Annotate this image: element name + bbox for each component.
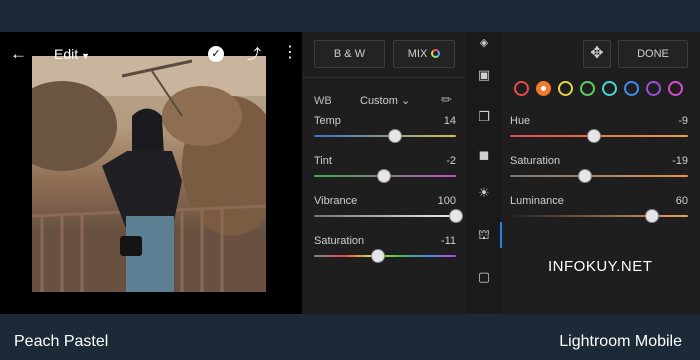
color-thermometer-icon[interactable]: ⛫ bbox=[475, 226, 493, 244]
divider bbox=[302, 77, 466, 78]
preset-name-caption: Peach Pastel bbox=[14, 333, 109, 350]
bw-button[interactable]: B & W bbox=[314, 40, 385, 68]
slider-label: Hue bbox=[510, 115, 531, 127]
edit-title: Edit bbox=[54, 46, 79, 62]
vignette-icon[interactable]: ▢ bbox=[475, 268, 493, 286]
screenshot-frame: ← Edit ▼ ✓ ⤴ ⋮ B & W MIX WB Custom ⌄ ✏ Te… bbox=[0, 32, 700, 314]
slider-knob[interactable] bbox=[449, 209, 463, 223]
detail-icon[interactable]: ☀ bbox=[475, 184, 493, 202]
color-panel: B & W MIX WB Custom ⌄ ✏ Temp 14 Tint -2 Vibr… bbox=[302, 32, 466, 314]
more-vertical-icon[interactable]: ⋮ bbox=[282, 42, 298, 62]
presets-icon[interactable]: ❐ bbox=[475, 108, 493, 126]
color-swatch[interactable] bbox=[668, 81, 683, 96]
slider-value: -11 bbox=[440, 235, 456, 247]
wb-dropdown[interactable]: Custom ⌄ bbox=[360, 94, 410, 107]
share-icon[interactable]: ⤴ bbox=[247, 44, 261, 64]
checkmark-icon[interactable]: ✓ bbox=[208, 46, 224, 62]
color-swatch[interactable] bbox=[514, 81, 529, 96]
photo-top-bar: ← Edit ▼ ✓ ⤴ ⋮ bbox=[0, 32, 302, 72]
slider-value: 100 bbox=[437, 195, 456, 207]
slider-knob[interactable] bbox=[577, 169, 592, 183]
caret-down-icon: ▼ bbox=[81, 51, 91, 61]
slider-track[interactable] bbox=[314, 255, 456, 257]
slider-knob[interactable] bbox=[645, 209, 660, 223]
mix-button[interactable]: MIX bbox=[393, 40, 455, 68]
chevron-down-icon: ⌄ bbox=[400, 95, 411, 107]
color-swatch[interactable] bbox=[624, 81, 639, 96]
slider-track[interactable] bbox=[314, 215, 456, 217]
color-wheel-icon bbox=[431, 49, 441, 58]
slider-label: Vibrance bbox=[314, 195, 358, 207]
light-icon[interactable]: ◼ bbox=[475, 146, 493, 164]
photo-illustration bbox=[32, 56, 266, 292]
watermark-text: INFOKUY.NET bbox=[548, 258, 653, 275]
back-arrow-icon[interactable]: ← bbox=[10, 44, 27, 64]
tool-column: ◈ ▣ ❐ ◼ ☀ ⛫ ▢ bbox=[466, 32, 502, 314]
slider-label: Temp bbox=[314, 115, 341, 127]
slider-label: Tint bbox=[314, 155, 332, 167]
color-swatch[interactable] bbox=[580, 81, 595, 96]
slider-knob[interactable] bbox=[376, 169, 391, 183]
slider-value: 14 bbox=[443, 115, 456, 127]
slider-knob[interactable] bbox=[586, 129, 601, 143]
eyedropper-icon[interactable]: ✏ bbox=[441, 92, 452, 108]
color-swatch[interactable] bbox=[646, 81, 661, 96]
auto-icon[interactable]: ◈ bbox=[475, 34, 493, 52]
slider-label: Luminance bbox=[510, 195, 564, 207]
app-name-caption: Lightroom Mobile bbox=[559, 333, 682, 350]
slider-label: Saturation bbox=[314, 235, 365, 247]
top-band bbox=[0, 0, 700, 32]
slider-track[interactable] bbox=[510, 175, 688, 177]
mix-panel: ✥ DONE Hue -9 Saturation -19 Luminance 60 INF… bbox=[502, 32, 700, 314]
slider-knob[interactable] bbox=[387, 129, 402, 143]
color-swatch[interactable] bbox=[602, 81, 617, 96]
done-button[interactable]: DONE bbox=[618, 40, 688, 68]
slider-knob[interactable] bbox=[370, 249, 385, 263]
color-swatch[interactable] bbox=[558, 81, 573, 96]
crop-icon[interactable]: ▣ bbox=[475, 66, 493, 84]
slider-value: -2 bbox=[446, 155, 456, 167]
slider-value: -19 bbox=[672, 155, 688, 167]
edit-mode-menu[interactable]: Edit ▼ bbox=[54, 46, 90, 62]
wb-value: Custom bbox=[360, 95, 398, 107]
target-adjust-icon[interactable]: ✥ bbox=[583, 40, 611, 68]
slider-value: -9 bbox=[678, 115, 688, 127]
mix-label: MIX bbox=[407, 48, 428, 60]
wb-label: WB bbox=[314, 95, 332, 107]
slider-track[interactable] bbox=[314, 135, 456, 137]
slider-label: Saturation bbox=[510, 155, 561, 167]
photo-panel: ← Edit ▼ ✓ ⤴ ⋮ bbox=[0, 32, 302, 314]
photo-preview[interactable] bbox=[32, 56, 266, 292]
slider-value: 60 bbox=[675, 195, 688, 207]
caption-band: Peach Pastel Lightroom Mobile bbox=[0, 314, 700, 360]
color-swatch[interactable] bbox=[536, 81, 551, 96]
slider-track[interactable] bbox=[510, 215, 688, 217]
